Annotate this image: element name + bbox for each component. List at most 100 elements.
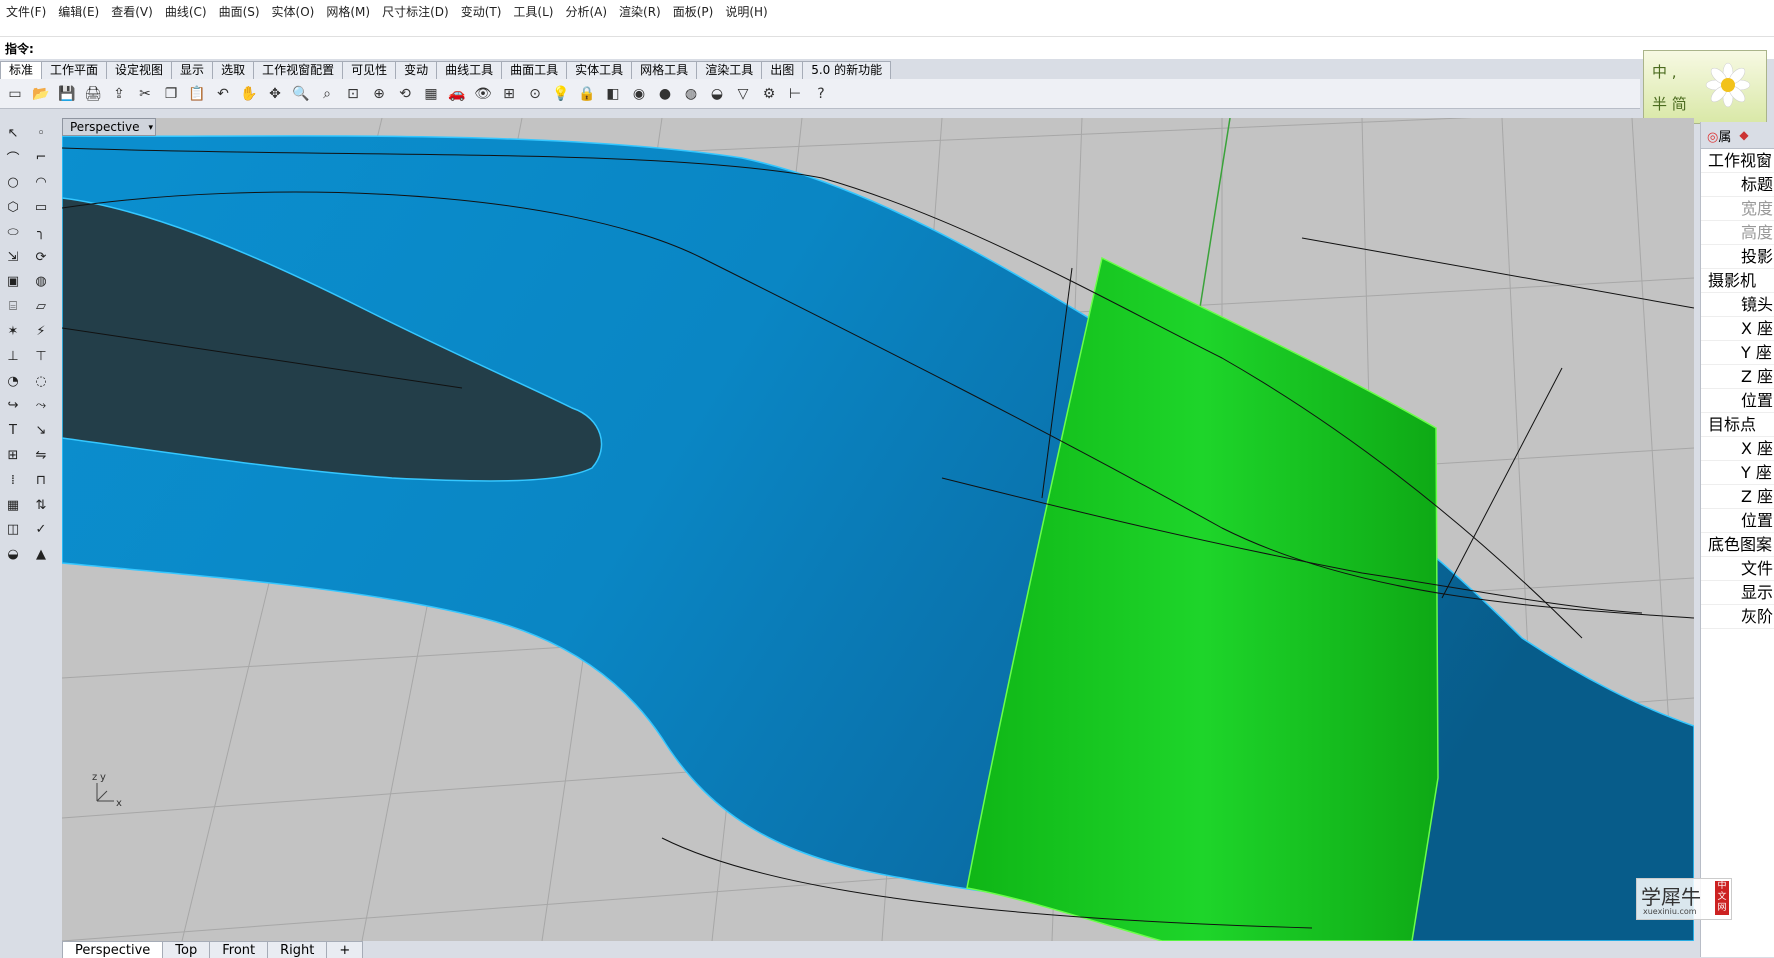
- toolbar-tab[interactable]: 实体工具: [566, 61, 633, 79]
- lock-icon[interactable]: 🔒: [576, 83, 598, 105]
- property-row[interactable]: 位置: [1701, 509, 1774, 533]
- menu-item[interactable]: 说明(H): [719, 3, 773, 20]
- layer-tab-icon[interactable]: ◆: [1739, 128, 1748, 142]
- toolbar-tab[interactable]: 变动: [395, 61, 438, 79]
- network-icon[interactable]: ◌: [30, 370, 52, 392]
- toolbar-tab[interactable]: 标准: [0, 61, 43, 79]
- plane-icon[interactable]: ▱: [30, 296, 52, 318]
- mesh-icon[interactable]: ⁞: [2, 469, 24, 491]
- cylinder-icon[interactable]: ⌸: [2, 296, 24, 318]
- menu-item[interactable]: 尺寸标注(D): [376, 3, 455, 20]
- menu-item[interactable]: 面板(P): [667, 3, 720, 20]
- property-row[interactable]: Z 座: [1701, 485, 1774, 509]
- ellipse-icon[interactable]: ⬭: [2, 221, 24, 243]
- check-icon[interactable]: ✓: [30, 519, 52, 541]
- undo-icon[interactable]: ↶: [212, 83, 234, 105]
- dimension-icon[interactable]: ↘: [30, 420, 52, 442]
- surface-icon[interactable]: ◫: [2, 519, 24, 541]
- toolbar-tab[interactable]: 工作视窗配置: [253, 61, 344, 79]
- help-icon[interactable]: ?: [810, 83, 832, 105]
- rotate-view-icon[interactable]: ⟲: [394, 83, 416, 105]
- car-icon[interactable]: 🚗: [446, 83, 468, 105]
- fillet-icon[interactable]: ╮: [30, 221, 52, 243]
- property-row[interactable]: 灰阶: [1701, 605, 1774, 629]
- offset-icon[interactable]: ↪: [2, 395, 24, 417]
- layer-icon[interactable]: ◧: [602, 83, 624, 105]
- four-view-icon[interactable]: ▦: [420, 83, 442, 105]
- viewport-title[interactable]: Perspective ▾: [62, 118, 156, 136]
- toolbar-tab[interactable]: 5.0 的新功能: [802, 61, 892, 79]
- toolbar-tab[interactable]: 工作平面: [41, 61, 108, 79]
- snap-icon[interactable]: ⊙: [524, 83, 546, 105]
- transform-icon[interactable]: ⇲: [2, 246, 24, 268]
- properties-tab[interactable]: ◎属: [1701, 126, 1731, 145]
- zoom-selected-icon[interactable]: ⊕: [368, 83, 390, 105]
- toolbar-tab[interactable]: 曲线工具: [436, 61, 503, 79]
- extrude-icon[interactable]: ⊓: [30, 469, 52, 491]
- eye-icon[interactable]: 👁: [472, 83, 494, 105]
- circle-icon[interactable]: ○: [2, 172, 24, 194]
- menu-item[interactable]: 实体(O): [266, 3, 321, 20]
- command-line[interactable]: 指令:: [0, 37, 1774, 59]
- point-icon[interactable]: ◦: [30, 122, 52, 144]
- property-row[interactable]: Z 座: [1701, 365, 1774, 389]
- blue-sphere-icon[interactable]: ◒: [706, 83, 728, 105]
- render-icon[interactable]: ◒: [2, 544, 24, 566]
- viewport-tab[interactable]: Perspective: [62, 941, 164, 958]
- explode-icon[interactable]: ✶: [2, 320, 24, 342]
- menu-item[interactable]: 渲染(R): [613, 3, 667, 20]
- property-row[interactable]: Y 座: [1701, 461, 1774, 485]
- select-arrow-icon[interactable]: ↖: [2, 122, 24, 144]
- blue-surface[interactable]: [62, 135, 1694, 941]
- import-icon[interactable]: ⇪: [108, 83, 130, 105]
- property-row[interactable]: 文件: [1701, 557, 1774, 581]
- zoom-window-icon[interactable]: ⌕: [316, 83, 338, 105]
- toolbar-tab[interactable]: 网格工具: [631, 61, 698, 79]
- menu-item[interactable]: 查看(V): [105, 3, 159, 20]
- copy-icon[interactable]: ❐: [160, 83, 182, 105]
- property-row[interactable]: 显示: [1701, 581, 1774, 605]
- viewport-tab[interactable]: +: [326, 941, 364, 958]
- viewport-tab[interactable]: Front: [209, 941, 269, 958]
- zoom-icon[interactable]: 🔍: [290, 83, 312, 105]
- polyline-icon[interactable]: ⌒: [2, 147, 24, 169]
- polygon-icon[interactable]: ⬡: [2, 196, 24, 218]
- array-icon[interactable]: ⊞: [2, 444, 24, 466]
- paint-icon[interactable]: ▲: [30, 544, 52, 566]
- revolve-icon[interactable]: ⟳: [30, 246, 52, 268]
- property-row[interactable]: Y 座: [1701, 341, 1774, 365]
- shade-icon[interactable]: ●: [654, 83, 676, 105]
- new-file-icon[interactable]: ▭: [4, 83, 26, 105]
- toolbar-tab[interactable]: 显示: [171, 61, 214, 79]
- render-sphere-icon[interactable]: ◍: [680, 83, 702, 105]
- move-view-icon[interactable]: ✥: [264, 83, 286, 105]
- boolean-icon[interactable]: ⚡: [30, 320, 52, 342]
- menu-item[interactable]: 变动(T): [455, 3, 508, 20]
- join-icon[interactable]: ◔: [2, 370, 24, 392]
- toolbar-tab[interactable]: 曲面工具: [501, 61, 568, 79]
- property-row[interactable]: 位置: [1701, 389, 1774, 413]
- cut-icon[interactable]: ✂: [134, 83, 156, 105]
- align-icon[interactable]: ⇅: [30, 494, 52, 516]
- filter-icon[interactable]: ▽: [732, 83, 754, 105]
- settings-gear-icon[interactable]: ⚙: [758, 83, 780, 105]
- property-row[interactable]: 标题: [1701, 173, 1774, 197]
- menu-item[interactable]: 曲线(C): [159, 3, 213, 20]
- toolbar-tab[interactable]: 可见性: [342, 61, 397, 79]
- curve-edit-icon[interactable]: ⌐: [30, 147, 52, 169]
- property-row[interactable]: X 座: [1701, 317, 1774, 341]
- toolbar-tab[interactable]: 渲染工具: [696, 61, 763, 79]
- menu-item[interactable]: 工具(L): [507, 3, 559, 20]
- box-icon[interactable]: ▣: [2, 271, 24, 293]
- viewport-menu-dropdown-icon[interactable]: ▾: [148, 120, 153, 136]
- menu-item[interactable]: 文件(F): [0, 3, 52, 20]
- trim-icon[interactable]: ⊥: [2, 345, 24, 367]
- split-icon[interactable]: ⊤: [30, 345, 52, 367]
- viewport-tab[interactable]: Right: [267, 941, 328, 958]
- rectangle-icon[interactable]: ▭: [30, 196, 52, 218]
- grid-array-icon[interactable]: ▦: [2, 494, 24, 516]
- arc-icon[interactable]: ◠: [30, 172, 52, 194]
- toolbar-tab[interactable]: 选取: [212, 61, 255, 79]
- perspective-viewport[interactable]: x z y: [62, 118, 1694, 941]
- viewport-canvas[interactable]: x z y: [62, 118, 1694, 941]
